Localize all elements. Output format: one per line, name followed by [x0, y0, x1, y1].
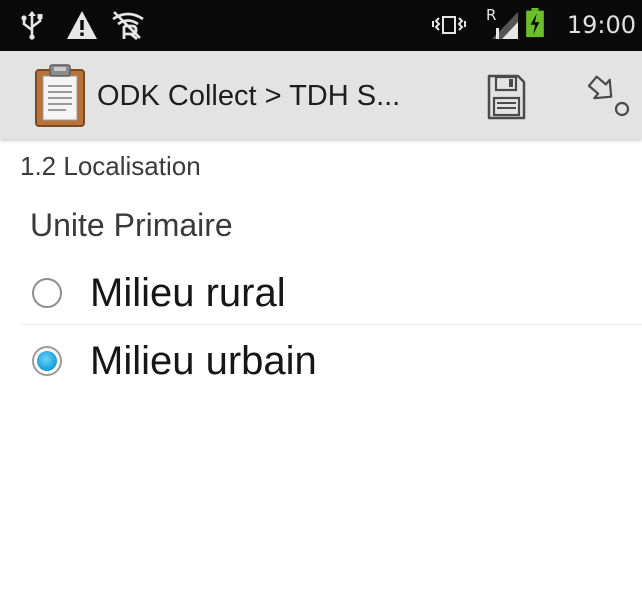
- action-bar: ODK Collect > TDH S...: [0, 51, 642, 139]
- wifi-disabled-icon: [112, 11, 144, 40]
- option-label: Milieu urbain: [90, 339, 317, 383]
- action-bar-title: ODK Collect > TDH S...: [97, 80, 401, 112]
- option-label: Milieu rural: [90, 271, 286, 315]
- question-label: Unite Primaire: [30, 207, 233, 243]
- clipboard-icon[interactable]: [34, 64, 86, 128]
- group-label: 1.2 Localisation: [20, 151, 201, 181]
- usb-icon: [21, 11, 43, 40]
- option-milieu-rural[interactable]: Milieu rural: [22, 262, 642, 324]
- status-time: 19:00: [566, 11, 636, 39]
- vibrate-icon: [432, 16, 466, 34]
- form-hierarchy-icon[interactable]: [578, 73, 634, 123]
- option-milieu-urbain[interactable]: Milieu urbain: [22, 330, 642, 392]
- option-divider: [22, 324, 642, 325]
- signal-icon: [492, 12, 518, 39]
- save-icon[interactable]: [476, 72, 536, 122]
- radio-button[interactable]: [32, 278, 62, 308]
- radio-selected-dot: [37, 351, 57, 371]
- status-bar: R 19:00: [0, 0, 642, 51]
- battery-charging-icon: [526, 8, 544, 38]
- warning-icon: [67, 11, 97, 39]
- radio-button-selected[interactable]: [32, 346, 62, 376]
